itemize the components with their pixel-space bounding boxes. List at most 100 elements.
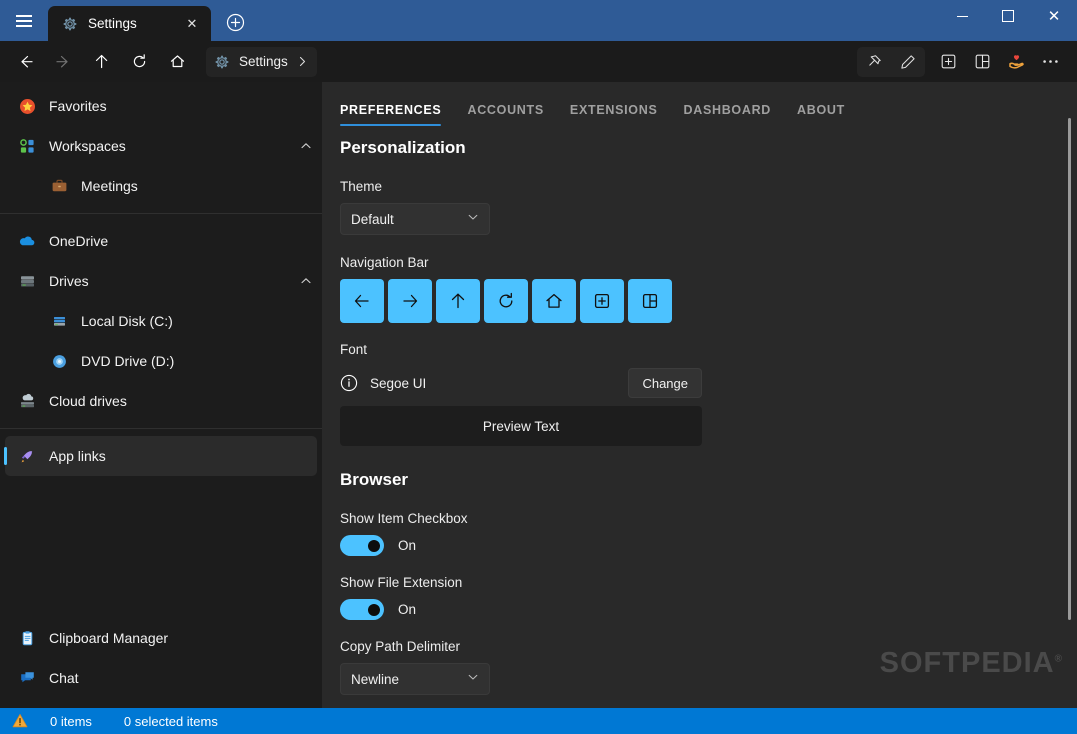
settings-body: Personalization Theme Default Navigation… <box>322 126 1077 695</box>
briefcase-icon <box>50 177 68 195</box>
home-icon <box>546 293 562 308</box>
font-name-value: Segoe UI <box>370 375 427 391</box>
cloud-drive-icon <box>18 392 36 410</box>
sidebar-divider <box>0 213 322 214</box>
new-tab-toolbar-button[interactable] <box>931 47 965 77</box>
new-tab-button[interactable] <box>218 5 252 39</box>
minimize-button[interactable] <box>939 0 985 32</box>
sidebar-item-label: App links <box>49 448 106 464</box>
theme-value: Default <box>351 211 394 227</box>
edit-button[interactable] <box>891 47 925 77</box>
tab-preferences[interactable]: PREFERENCES <box>340 103 442 126</box>
more-options-button[interactable] <box>1033 47 1067 77</box>
arrow-left-icon <box>20 55 33 68</box>
drive-icon <box>18 272 36 290</box>
tab-dashboard[interactable]: DASHBOARD <box>683 103 771 126</box>
breadcrumb[interactable]: Settings <box>206 46 317 77</box>
toggle-knob <box>368 603 380 616</box>
chevron-up-icon[interactable] <box>295 140 317 152</box>
home-icon <box>170 55 184 68</box>
chevron-up-icon[interactable] <box>295 275 317 287</box>
arrow-left-icon <box>354 294 369 308</box>
sidebar-group-applinks: App links <box>0 436 322 476</box>
pin-button[interactable] <box>857 47 891 77</box>
navbar-new-tab-button[interactable] <box>580 279 624 323</box>
status-bar: 0 items 0 selected items <box>0 708 1077 734</box>
toolbar-right-icons <box>857 46 1071 77</box>
plus-circle-icon <box>226 13 244 31</box>
hamburger-menu-button[interactable] <box>0 0 48 41</box>
forward-button[interactable] <box>46 46 80 78</box>
sidebar-item-app-links[interactable]: App links <box>4 436 317 476</box>
copy-path-delimiter-dropdown[interactable]: Newline <box>340 663 490 695</box>
sidebar-item-label: DVD Drive (D:) <box>81 353 175 369</box>
sidebar-item-label: Drives <box>49 273 89 289</box>
navbar-home-button[interactable] <box>532 279 576 323</box>
sidebar-item-local-disk-c[interactable]: Local Disk (C:) <box>5 301 317 341</box>
sidebar-item-label: Local Disk (C:) <box>81 313 173 329</box>
sidebar-item-clipboard-manager[interactable]: Clipboard Manager <box>5 618 317 658</box>
sidebar-item-meetings[interactable]: Meetings <box>5 166 317 206</box>
navbar-back-button[interactable] <box>340 279 384 323</box>
sidebar-item-label: Clipboard Manager <box>49 630 169 646</box>
plus-box-icon <box>594 293 610 309</box>
font-label: Font <box>340 342 368 357</box>
show-item-checkbox-toggle[interactable] <box>340 535 384 556</box>
back-button[interactable] <box>8 46 42 78</box>
tab-settings[interactable]: Settings ✕ <box>48 6 211 41</box>
close-icon[interactable]: ✕ <box>181 13 203 35</box>
home-button[interactable] <box>160 46 194 78</box>
sidebar-item-drives[interactable]: Drives <box>5 261 317 301</box>
show-file-extension-toggle[interactable] <box>340 599 384 620</box>
theme-label: Theme <box>340 179 383 194</box>
warning-icon <box>12 714 28 728</box>
sidebar-item-label: Meetings <box>81 178 138 194</box>
dvd-icon <box>50 352 68 370</box>
title-bar: Settings ✕ ✕ <box>0 0 1077 41</box>
navbar-split-view-button[interactable] <box>628 279 672 323</box>
change-font-button[interactable]: Change <box>628 368 702 398</box>
vertical-scrollbar[interactable] <box>1068 118 1071 620</box>
tab-extensions[interactable]: EXTENSIONS <box>570 103 658 126</box>
close-window-button[interactable]: ✕ <box>1031 0 1077 32</box>
content-panel: PREFERENCES ACCOUNTS EXTENSIONS DASHBOAR… <box>322 82 1077 708</box>
chevron-right-icon[interactable] <box>297 56 308 67</box>
font-row: Segoe UI Change <box>340 366 702 400</box>
browser-heading: Browser <box>340 470 409 489</box>
breadcrumb-label: Settings <box>239 54 288 69</box>
clipboard-icon <box>18 629 36 647</box>
sidebar-item-chat[interactable]: Chat <box>5 658 317 698</box>
sidebar-item-cloud-drives[interactable]: Cloud drives <box>5 381 317 421</box>
show-file-extension-row: On <box>340 599 1077 620</box>
pencil-icon <box>901 54 915 69</box>
font-preview-box: Preview Text <box>340 406 702 446</box>
up-button[interactable] <box>84 46 118 78</box>
theme-dropdown[interactable]: Default <box>340 203 490 235</box>
tab-accounts[interactable]: ACCOUNTS <box>467 103 543 126</box>
tab-about[interactable]: ABOUT <box>797 103 845 126</box>
sidebar-item-dvd-drive-d[interactable]: DVD Drive (D:) <box>5 341 317 381</box>
workspaces-icon <box>18 137 36 155</box>
window-controls: ✕ <box>939 0 1077 41</box>
sidebar-item-onedrive[interactable]: OneDrive <box>5 221 317 261</box>
split-view-button[interactable] <box>965 47 999 77</box>
donate-button[interactable] <box>999 47 1033 77</box>
personalization-heading: Personalization <box>340 138 466 157</box>
navbar-refresh-button[interactable] <box>484 279 528 323</box>
navbar-forward-button[interactable] <box>388 279 432 323</box>
show-item-checkbox-row: On <box>340 535 1077 556</box>
refresh-button[interactable] <box>122 46 156 78</box>
sidebar-divider <box>0 428 322 429</box>
status-selected-count: 0 selected items <box>123 713 218 729</box>
toggle-knob <box>368 539 380 552</box>
sidebar-item-label: OneDrive <box>49 233 109 249</box>
sidebar-item-workspaces[interactable]: Workspaces <box>5 126 317 166</box>
cloud-icon <box>18 232 36 250</box>
navigation-toolbar: Settings <box>0 41 1077 82</box>
sidebar-item-favorites[interactable]: Favorites <box>5 86 317 126</box>
hard-disk-icon <box>50 312 68 330</box>
maximize-button[interactable] <box>985 0 1031 32</box>
navbar-up-button[interactable] <box>436 279 480 323</box>
arrow-up-icon <box>95 54 107 69</box>
split-view-icon <box>642 293 658 309</box>
